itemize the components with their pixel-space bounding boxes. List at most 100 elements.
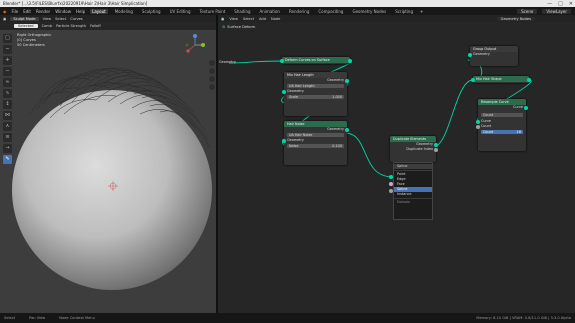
node-hair-shape-title: Mix Hair Shape bbox=[473, 76, 529, 82]
tab-uv-editing[interactable]: UV Editing bbox=[168, 9, 193, 14]
hair-shape-input-socket[interactable] bbox=[471, 77, 475, 82]
tool-settings-bar: Selected Comb Particle Strength Falloff bbox=[0, 22, 216, 30]
puff-brush-icon[interactable]: ∧ bbox=[3, 122, 12, 131]
resample-count-socket[interactable] bbox=[476, 124, 480, 129]
duplicate-input-amount-socket[interactable] bbox=[389, 189, 393, 193]
editor-type-icon[interactable]: ▣ bbox=[3, 17, 6, 21]
tab-sculpting[interactable]: Sculpting bbox=[140, 9, 163, 14]
length-output-label: Geometry bbox=[327, 78, 344, 82]
menu-window[interactable]: Window bbox=[55, 9, 71, 14]
navigation-gizmo[interactable] bbox=[184, 34, 206, 56]
tab-rendering[interactable]: Rendering bbox=[287, 9, 311, 14]
node-duplicate-elements[interactable]: Duplicate Elements Geometry Duplicate In… bbox=[390, 136, 438, 162]
length-input-socket[interactable] bbox=[282, 89, 286, 94]
noise-value-field[interactable]: Noise 0.100 bbox=[287, 144, 344, 148]
menu-view[interactable]: View bbox=[43, 17, 52, 21]
menu-node[interactable]: Node bbox=[271, 17, 280, 21]
pan-icon[interactable] bbox=[209, 68, 215, 74]
maximize-icon[interactable]: □ bbox=[558, 1, 563, 7]
deform-input-socket[interactable] bbox=[280, 58, 284, 63]
dropdown-item-instance[interactable]: Instance bbox=[394, 192, 432, 197]
3d-viewport[interactable] bbox=[0, 30, 216, 313]
node-editor-type-icon[interactable]: ▣ bbox=[221, 17, 224, 21]
resample-mode-selector[interactable]: Count bbox=[481, 113, 523, 117]
tab-layout[interactable]: Layout bbox=[90, 8, 108, 14]
annotate-tool-icon[interactable]: ✎ bbox=[3, 155, 12, 164]
duplicate-input-selection-socket[interactable] bbox=[389, 182, 393, 186]
view-layer-selector[interactable]: ViewLayer bbox=[542, 8, 571, 14]
node-hair-shape[interactable]: Mix Hair Shape bbox=[471, 76, 531, 83]
length-group-selector[interactable]: UA Hair Length bbox=[287, 84, 344, 88]
node-editor-subheader bbox=[218, 22, 575, 30]
tab-compositing[interactable]: Compositing bbox=[316, 9, 345, 14]
duplicate-geometry-socket[interactable] bbox=[434, 142, 438, 147]
resample-count-field[interactable]: Count 16 bbox=[481, 130, 523, 134]
minimize-icon[interactable]: — bbox=[547, 1, 552, 7]
menu-render[interactable]: Render bbox=[36, 9, 50, 14]
node-hair-length[interactable]: Mix Hair Length Geometry UA Hair Length … bbox=[282, 72, 349, 116]
node-hair-noise[interactable]: Hair Noise Geometry UA Hair Noise Geomet… bbox=[282, 121, 349, 165]
perspective-toggle-icon[interactable] bbox=[209, 84, 215, 90]
group-output-socket[interactable] bbox=[468, 52, 472, 57]
brush-name[interactable]: Comb bbox=[42, 24, 53, 28]
mode-selector[interactable]: Sculpt Mode bbox=[10, 16, 39, 21]
head-sphere bbox=[12, 90, 212, 290]
menu-select-node[interactable]: Select bbox=[243, 17, 254, 21]
duplicate-input-geometry-socket[interactable] bbox=[389, 175, 393, 179]
node-tree-selector[interactable]: Geometry Nodes bbox=[496, 16, 535, 21]
tab-geometry-nodes[interactable]: Geometry Nodes bbox=[350, 9, 388, 14]
pinch-brush-icon[interactable]: ⋈ bbox=[3, 111, 12, 120]
add-workspace-icon[interactable]: + bbox=[420, 9, 423, 14]
length-scale-value: 1.000 bbox=[332, 95, 342, 99]
close-icon[interactable]: ✕ bbox=[569, 1, 573, 7]
length-input-row: Geometry bbox=[282, 89, 347, 94]
delete-brush-icon[interactable]: − bbox=[3, 67, 12, 76]
scene-selector[interactable]: Scene bbox=[517, 8, 538, 14]
tab-animation[interactable]: Animation bbox=[258, 9, 282, 14]
menu-edit[interactable]: Edit bbox=[23, 9, 31, 14]
dropdown-current[interactable]: Spline bbox=[394, 164, 432, 169]
node-group-output[interactable]: Group Output Geometry bbox=[468, 46, 518, 66]
tab-modeling[interactable]: Modeling bbox=[113, 9, 135, 14]
status-pan: Pan View bbox=[29, 316, 46, 320]
grow-shrink-brush-icon[interactable]: ↕ bbox=[3, 100, 12, 109]
tab-scripting[interactable]: Scripting bbox=[393, 9, 415, 14]
menu-curves[interactable]: Curves bbox=[70, 17, 82, 21]
menu-select[interactable]: Select bbox=[55, 17, 66, 21]
deform-output-socket[interactable] bbox=[348, 58, 352, 63]
node-deform-curves[interactable]: Deform Curves on Surface bbox=[280, 57, 352, 64]
resample-output-socket[interactable] bbox=[524, 105, 528, 110]
zoom-icon[interactable] bbox=[209, 60, 215, 66]
menu-view-node[interactable]: View bbox=[229, 17, 238, 21]
node-deform-title: Deform Curves on Surface bbox=[282, 57, 350, 63]
noise-input-socket[interactable] bbox=[282, 138, 286, 143]
length-output-socket[interactable] bbox=[345, 78, 349, 83]
menu-help[interactable]: Help bbox=[76, 9, 85, 14]
selection-mode-button[interactable]: Selected bbox=[14, 24, 38, 28]
slide-brush-icon[interactable]: → bbox=[3, 144, 12, 153]
blender-logo-icon[interactable]: ◉ bbox=[3, 9, 7, 14]
noise-output-socket[interactable] bbox=[345, 127, 349, 132]
tab-shading[interactable]: Shading bbox=[232, 9, 252, 14]
node-resample-curve[interactable]: Resample Curve Curve Count Curve Count C… bbox=[476, 99, 528, 151]
hair-shape-output-socket[interactable] bbox=[527, 77, 531, 82]
tab-texture-paint[interactable]: Texture Paint bbox=[197, 9, 227, 14]
length-scale-field[interactable]: Scale 1.000 bbox=[287, 95, 344, 99]
density-brush-icon[interactable]: ∼ bbox=[3, 45, 12, 54]
smooth-brush-icon[interactable]: ≅ bbox=[3, 133, 12, 142]
viewport-overlay-info: Right Orthographic (0) Curves 50 Centime… bbox=[17, 33, 51, 48]
duplicate-index-socket[interactable] bbox=[434, 147, 438, 152]
add-brush-icon[interactable]: + bbox=[3, 56, 12, 65]
brush-strength[interactable]: Particle Strength bbox=[56, 24, 86, 28]
menu-add-node[interactable]: Add bbox=[259, 17, 266, 21]
resample-input-socket[interactable] bbox=[476, 119, 480, 124]
snake-hook-brush-icon[interactable]: ∿ bbox=[3, 89, 12, 98]
group-input-socket[interactable]: Geometry bbox=[219, 60, 236, 64]
select-tool-icon[interactable]: □ bbox=[3, 34, 12, 43]
comb-brush-icon[interactable]: ≈ bbox=[3, 78, 12, 87]
camera-view-icon[interactable] bbox=[209, 76, 215, 82]
noise-group-selector[interactable]: UA Hair Noise bbox=[287, 133, 344, 137]
falloff-menu[interactable]: Falloff bbox=[90, 24, 101, 28]
menu-file[interactable]: File bbox=[12, 9, 19, 14]
resample-input-label: Curve bbox=[481, 119, 492, 123]
